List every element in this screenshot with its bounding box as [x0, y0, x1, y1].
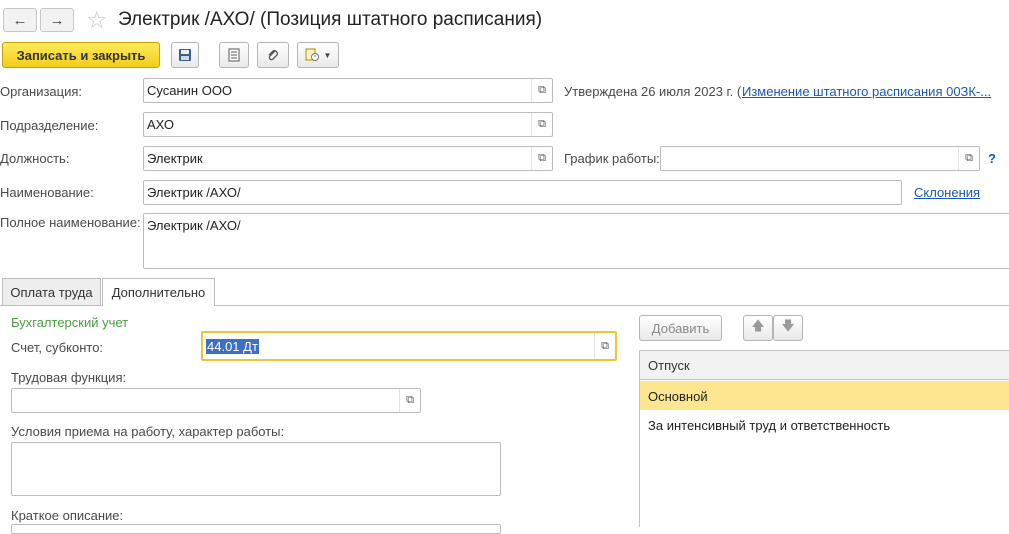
- open-icon[interactable]: ⧉: [531, 113, 552, 136]
- arrow-up-icon: 🡅: [751, 318, 765, 333]
- labor-function-field[interactable]: ⧉: [11, 388, 421, 413]
- tab-payment-label: Оплата труда: [10, 284, 93, 300]
- move-down-button[interactable]: 🡇: [773, 315, 803, 341]
- vacation-column-header: Отпуск: [648, 358, 690, 373]
- open-icon[interactable]: ⧉: [531, 79, 552, 102]
- save-and-close-label: Записать и закрыть: [16, 47, 146, 63]
- move-up-button[interactable]: 🡅: [743, 315, 773, 341]
- approved-document-link[interactable]: Изменение штатного расписания 00ЗК-...: [742, 84, 991, 99]
- save-button[interactable]: [171, 42, 199, 68]
- department-label: Подразделение:: [0, 118, 99, 133]
- open-icon[interactable]: ⧉: [594, 333, 615, 359]
- table-row[interactable]: Основной: [640, 381, 1009, 410]
- arrow-right-icon: →: [49, 11, 65, 29]
- organization-field[interactable]: Сусанин ООО ⧉: [143, 78, 553, 103]
- short-description-field[interactable]: [11, 524, 501, 534]
- star-icon[interactable]: ☆: [86, 6, 108, 35]
- name-label: Наименование:: [0, 185, 94, 200]
- labor-function-label: Трудовая функция:: [11, 370, 127, 385]
- position-field[interactable]: Электрик ⧉: [143, 146, 553, 171]
- open-icon[interactable]: ⧉: [399, 389, 420, 412]
- add-vacation-button[interactable]: Добавить: [639, 315, 722, 341]
- account-value: 44.01 Дт: [206, 339, 259, 354]
- paperclip-icon: [268, 50, 278, 61]
- attach-button[interactable]: [257, 42, 289, 68]
- add-vacation-label: Добавить: [651, 320, 710, 336]
- schedule-label: График работы:: [564, 151, 660, 166]
- conditions-label: Условия приема на работу, характер работ…: [11, 424, 285, 439]
- full-name-value: Электрик /АХО/: [147, 218, 241, 233]
- table-row[interactable]: За интенсивный труд и ответственность: [640, 410, 1009, 439]
- account-label: Счет, субконто:: [11, 340, 104, 355]
- tab-additional-label: Дополнительно: [111, 285, 206, 300]
- vacation-row-label: За интенсивный труд и ответственность: [648, 418, 891, 433]
- chevron-down-icon: ▼: [323, 50, 332, 60]
- position-label: Должность:: [0, 151, 70, 166]
- open-icon[interactable]: ⧉: [958, 147, 979, 170]
- short-description-label: Краткое описание:: [11, 508, 124, 523]
- full-name-label: Полное наименование:: [0, 215, 141, 230]
- open-icon[interactable]: ⧉: [531, 147, 552, 170]
- back-button[interactable]: ←: [3, 8, 37, 32]
- document-list-button[interactable]: [219, 42, 249, 68]
- arrow-down-icon: 🡇: [781, 318, 795, 333]
- conditions-field[interactable]: [11, 442, 501, 496]
- create-based-icon: [305, 48, 319, 61]
- tab-additional[interactable]: Дополнительно: [102, 278, 215, 306]
- organization-value: Сусанин ООО: [147, 83, 233, 98]
- tab-payment[interactable]: Оплата труда: [2, 278, 101, 305]
- help-icon[interactable]: ?: [988, 151, 996, 166]
- vacation-table-header[interactable]: Отпуск: [639, 350, 1009, 380]
- page-title: Электрик /АХО/ (Позиция штатного расписа…: [118, 9, 543, 30]
- arrow-left-icon: ←: [12, 11, 28, 29]
- name-value: Электрик /АХО/: [147, 185, 241, 200]
- save-and-close-button[interactable]: Записать и закрыть: [2, 42, 160, 68]
- full-name-field[interactable]: Электрик /АХО/: [143, 213, 1009, 269]
- accounting-section-title: Бухгалтерский учет: [11, 315, 129, 330]
- document-list-icon: [228, 48, 240, 62]
- approved-text: Утверждена 26 июля 2023 г. (: [564, 84, 742, 99]
- organization-label: Организация:: [0, 84, 83, 99]
- floppy-disk-icon: [179, 49, 191, 61]
- name-field[interactable]: Электрик /АХО/: [143, 180, 902, 205]
- create-based-button[interactable]: ▼: [297, 42, 339, 68]
- vacation-row-label: Основной: [648, 389, 708, 404]
- position-value: Электрик: [147, 151, 203, 166]
- forward-button[interactable]: →: [40, 8, 74, 32]
- account-field[interactable]: 44.01 Дт ⧉: [201, 331, 617, 361]
- department-field[interactable]: АХО ⧉: [143, 112, 553, 137]
- department-value: АХО: [147, 117, 175, 132]
- declension-link[interactable]: Склонения: [914, 185, 980, 200]
- schedule-field[interactable]: ⧉: [660, 146, 980, 171]
